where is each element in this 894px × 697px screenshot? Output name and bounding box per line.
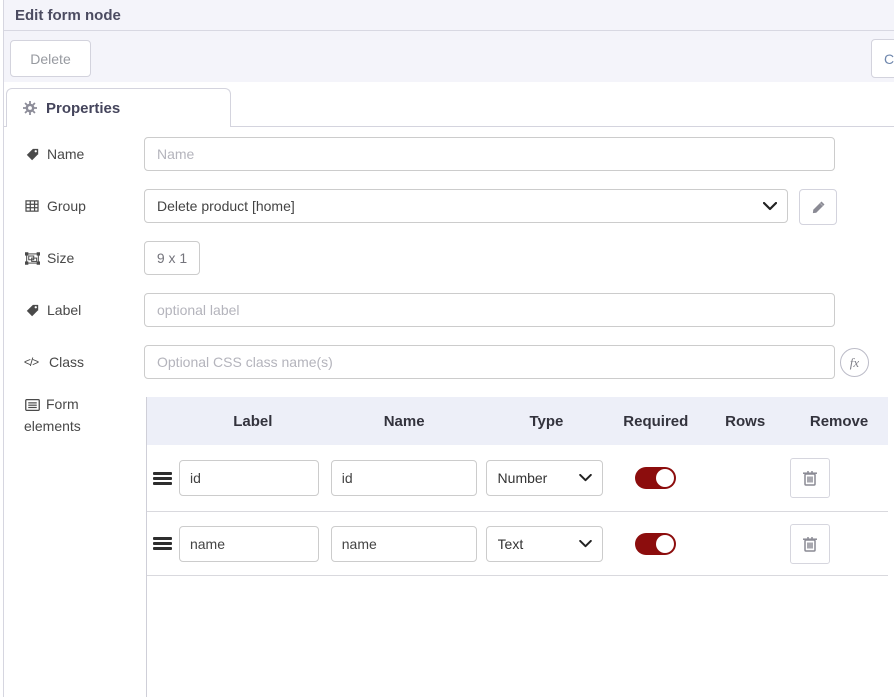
class-input[interactable] <box>144 345 835 379</box>
tag-icon <box>24 304 40 317</box>
class-label: </> Class <box>20 345 84 379</box>
code-icon: </> <box>20 355 42 369</box>
table-row: Number <box>147 445 888 512</box>
dialog-toolbar: Delete Cancel <box>4 31 894 83</box>
tab-bar: Properties <box>4 82 894 127</box>
gear-icon <box>22 101 38 115</box>
element-name-input[interactable] <box>331 526 477 562</box>
size-label: Size <box>24 241 74 275</box>
class-row: </> Class fx <box>4 345 894 379</box>
form-elements-table: Label Name Type Required Rows Remove <box>146 397 888 697</box>
remove-element-button[interactable] <box>790 524 830 564</box>
fx-icon: fx <box>850 355 859 371</box>
table-icon <box>24 200 40 212</box>
trash-icon <box>802 469 818 487</box>
tab-properties[interactable]: Properties <box>6 88 231 127</box>
delete-button[interactable]: Delete <box>10 40 91 77</box>
trash-icon <box>802 535 818 553</box>
label-label: Label <box>24 293 81 327</box>
group-select-wrap: Delete product [home] <box>144 189 788 223</box>
pencil-icon <box>811 200 826 215</box>
element-label-input[interactable] <box>179 460 319 496</box>
label-row: Label <box>4 293 894 327</box>
group-row: Group Delete product [home] <box>4 189 894 223</box>
table-header-row: Label Name Type Required Rows Remove <box>147 397 888 445</box>
dialog-header: Edit form node <box>4 0 894 31</box>
table-row: Text <box>147 512 888 576</box>
edit-group-button[interactable] <box>799 189 837 225</box>
col-header-type: Type <box>482 413 612 430</box>
object-group-icon <box>24 252 40 265</box>
drag-handle-icon[interactable] <box>153 537 172 550</box>
required-toggle[interactable] <box>635 467 676 489</box>
element-label-input[interactable] <box>179 526 319 562</box>
drag-handle-icon[interactable] <box>153 472 172 485</box>
fx-button[interactable]: fx <box>840 348 869 377</box>
name-row: Name <box>4 137 894 171</box>
list-icon <box>24 399 40 411</box>
form-elements-label: Form elements <box>24 393 81 437</box>
properties-form: Name Group Delete product [home] <box>4 127 894 697</box>
element-name-input[interactable] <box>331 460 477 496</box>
element-type-select[interactable]: Number <box>486 460 603 496</box>
group-select[interactable]: Delete product [home] <box>144 189 788 223</box>
required-toggle[interactable] <box>635 533 676 555</box>
col-header-required: Required <box>611 413 700 430</box>
tag-icon <box>24 148 40 161</box>
col-header-rows: Rows <box>700 413 790 430</box>
label-input[interactable] <box>144 293 835 327</box>
page-title: Edit form node <box>15 7 121 24</box>
tab-properties-label: Properties <box>46 100 120 117</box>
col-header-name: Name <box>327 413 482 430</box>
remove-element-button[interactable] <box>790 458 830 498</box>
size-row: Size 9 x 1 <box>4 241 894 275</box>
element-type-select[interactable]: Text <box>486 526 603 562</box>
size-button[interactable]: 9 x 1 <box>144 241 200 275</box>
group-label: Group <box>24 189 86 223</box>
name-label: Name <box>24 137 84 171</box>
name-input[interactable] <box>144 137 835 171</box>
col-header-label: Label <box>179 413 327 430</box>
col-header-remove: Remove <box>790 413 888 430</box>
cancel-button[interactable]: Cancel <box>871 39 894 78</box>
